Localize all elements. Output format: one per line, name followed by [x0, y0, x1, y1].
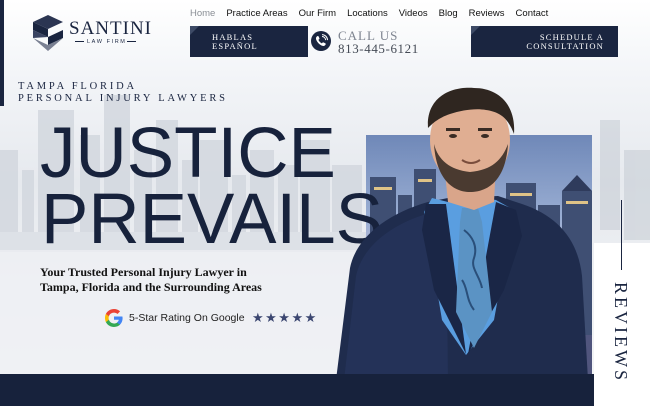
reviews-tab-text: REVIEWS: [611, 282, 631, 383]
schedule-label: SCHEDULE A CONSULTATION: [526, 33, 604, 50]
button-notch: [190, 26, 199, 35]
nav-practice-areas[interactable]: Practice Areas: [226, 8, 287, 20]
phone-number-link[interactable]: 813-445-6121: [338, 41, 419, 57]
left-accent-rule: [0, 0, 4, 106]
schedule-label-line2: CONSULTATION: [526, 40, 604, 51]
phone-icon[interactable]: [311, 31, 331, 51]
main-nav: Home Practice Areas Our Firm Locations V…: [190, 8, 559, 20]
bottom-band: [0, 374, 594, 406]
logo-sub: LAW FIRM: [87, 39, 127, 45]
hablas-label-line2: ESPAÑOL: [212, 40, 258, 51]
logo-divider-left: [75, 41, 84, 42]
hero-kicker-line1: TAMPA FLORIDA: [18, 81, 137, 92]
hero-subheading-line1: Your Trusted Personal Injury Lawyer in: [40, 265, 247, 279]
hero-section: SANTINI LAW FIRM Home Practice Areas Our…: [0, 0, 650, 406]
hero-kicker-line2: PERSONAL INJURY LAWYERS: [18, 93, 228, 104]
reviews-rule: [621, 200, 622, 270]
nav-blog[interactable]: Blog: [439, 8, 458, 20]
reviews-tab-label[interactable]: REVIEWS: [610, 282, 636, 402]
logo-divider-right: [127, 41, 136, 42]
nav-home[interactable]: Home: [190, 8, 215, 20]
hero-headline-line1: JUSTICE: [40, 114, 336, 193]
google-g-icon: [105, 309, 123, 327]
logo-mark-icon: [33, 15, 63, 51]
star-icon-row: ★★★★★: [252, 310, 318, 325]
nav-our-firm[interactable]: Our Firm: [299, 8, 336, 20]
hablas-label: HABLAS ESPAÑOL: [212, 33, 258, 50]
rating-text: 5-Star Rating On Google: [129, 312, 245, 324]
button-notch: [471, 26, 480, 35]
schedule-consultation-button[interactable]: SCHEDULE A CONSULTATION: [471, 26, 618, 57]
hablas-espanol-button[interactable]: HABLAS ESPAÑOL: [190, 26, 308, 57]
hero-subheading-line2: Tampa, Florida and the Surrounding Areas: [40, 280, 262, 294]
hero-subheading: Your Trusted Personal Injury Lawyer in T…: [40, 265, 262, 295]
nav-videos[interactable]: Videos: [399, 8, 428, 20]
attorney-portrait: [336, 87, 588, 380]
nav-reviews[interactable]: Reviews: [469, 8, 505, 20]
phone-glyph: [315, 34, 328, 47]
nav-locations[interactable]: Locations: [347, 8, 388, 20]
nav-contact[interactable]: Contact: [516, 8, 549, 20]
logo[interactable]: SANTINI LAW FIRM: [31, 14, 151, 52]
logo-name: SANTINI: [69, 18, 152, 39]
